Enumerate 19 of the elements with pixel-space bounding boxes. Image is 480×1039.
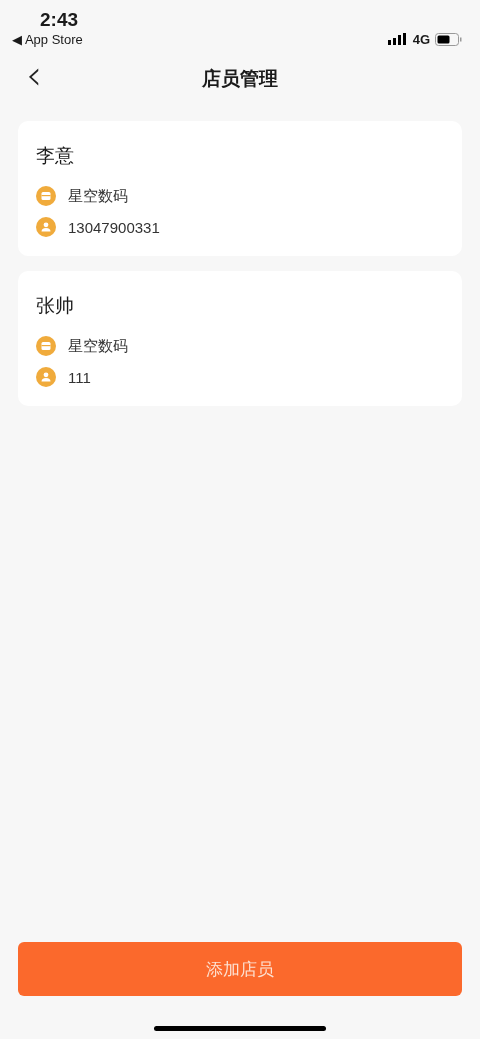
phone-number: 111 <box>68 368 91 386</box>
back-to-app-link[interactable]: ◀ App Store <box>12 32 83 48</box>
signal-icon <box>387 33 408 45</box>
store-name: 星空数码 <box>68 336 128 356</box>
battery-icon <box>435 32 462 46</box>
page-title: 店员管理 <box>202 67 278 91</box>
network-label: 4G <box>412 31 430 47</box>
staff-card[interactable]: 张帅 星空数码 111 <box>18 271 462 406</box>
staff-name: 李意 <box>36 144 75 168</box>
store-icon <box>36 336 56 356</box>
staff-name: 张帅 <box>36 294 75 318</box>
person-icon <box>36 367 56 387</box>
store-icon <box>36 186 56 206</box>
person-icon <box>36 217 56 237</box>
phone-number: 13047900331 <box>68 218 160 236</box>
status-time: 2:43 <box>40 8 79 32</box>
store-name: 星空数码 <box>68 186 128 206</box>
back-button[interactable]: ‹ <box>22 55 46 95</box>
staff-card[interactable]: 李意 星空数码 13047900331 <box>18 121 462 256</box>
